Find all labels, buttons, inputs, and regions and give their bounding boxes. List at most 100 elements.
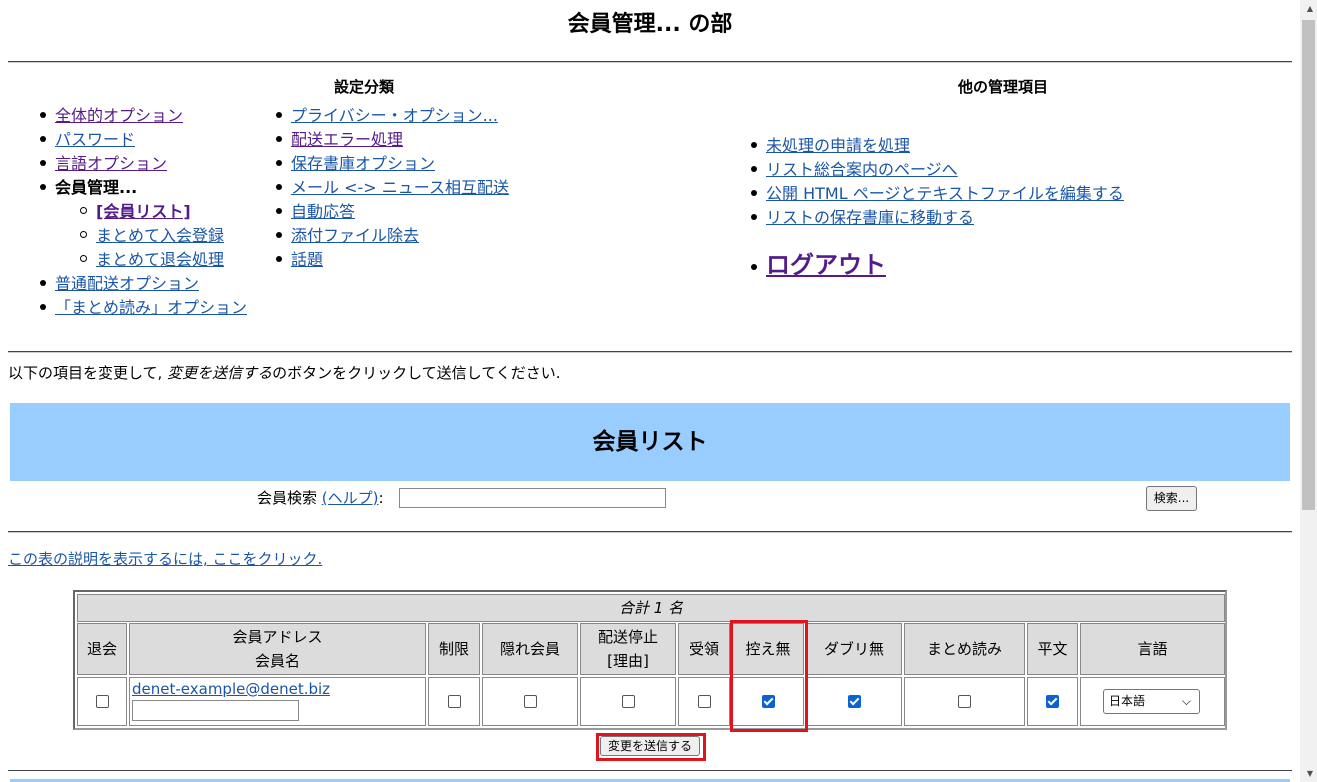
menu-item-current: 会員管理...: [39, 176, 247, 200]
plain-checkbox[interactable]: [1046, 695, 1059, 708]
submenu-item[interactable]: [会員リスト]: [39, 200, 247, 224]
divider: [8, 531, 1292, 533]
digest-checkbox[interactable]: [958, 695, 971, 708]
cell-digest: [904, 677, 1025, 726]
hidden-checkbox[interactable]: [523, 695, 537, 708]
menu-item[interactable]: 添付ファイル除去: [275, 224, 509, 248]
menu-item[interactable]: 普通配送オプション: [39, 272, 247, 296]
settings-menu-col1: 全体的オプション パスワード 言語オプション 会員管理... [会員リスト] ま…: [39, 104, 247, 320]
instruction-emphasis: 変更を送信する: [167, 364, 273, 382]
link-archives[interactable]: リストの保存書庫に移動する: [766, 208, 974, 227]
divider: [8, 61, 1292, 63]
header-nomail-reason: [理由]: [607, 652, 649, 670]
unsub-checkbox[interactable]: [95, 695, 109, 708]
menu-link-privacy[interactable]: プライバシー・オプション...: [291, 106, 498, 125]
highlight-box-submit: [596, 733, 706, 761]
menu-item[interactable]: 保存書庫オプション: [275, 152, 509, 176]
logout-link[interactable]: ログアウト: [766, 251, 886, 279]
divider: [8, 351, 1292, 353]
search-input[interactable]: [399, 488, 666, 508]
header-address: 会員アドレス 会員名: [129, 623, 426, 675]
menu-link-contentfilter[interactable]: 添付ファイル除去: [291, 226, 419, 245]
menu-item[interactable]: 配送エラー処理: [275, 128, 509, 152]
header-moderated: 制限: [428, 623, 480, 675]
search-label: 会員検索: [257, 489, 322, 507]
instruction-text: 以下の項目を変更して, 変更を送信するのボタンをクリックして送信してください.: [8, 362, 561, 383]
chevron-down-icon: ⌵: [1181, 694, 1191, 708]
search-help-link[interactable]: (ヘルプ): [322, 489, 379, 507]
other-item[interactable]: 公開 HTML ページとテキストファイルを編集する: [750, 182, 1124, 206]
menu-item[interactable]: パスワード: [39, 128, 247, 152]
menu-item[interactable]: 自動応答: [275, 200, 509, 224]
header-address-label: 会員アドレス: [232, 628, 323, 646]
menu-link-bounce[interactable]: 配送エラー処理: [291, 130, 403, 149]
moderated-checkbox[interactable]: [447, 695, 461, 708]
header-hidden: 隠れ会員: [482, 623, 578, 675]
submenu-link-mass-unsubscribe[interactable]: まとめて退会処理: [96, 250, 224, 269]
other-item[interactable]: 未処理の申請を処理: [750, 134, 1124, 158]
menu-link-general[interactable]: 全体的オプション: [55, 106, 183, 125]
link-edit-html[interactable]: 公開 HTML ページとテキストファイルを編集する: [766, 184, 1124, 203]
menu-link-digest[interactable]: 「まとめ読み」オプション: [55, 298, 247, 317]
header-unsub: 退会: [77, 623, 127, 675]
nomail-checkbox[interactable]: [621, 695, 635, 708]
highlight-box-column: [730, 620, 808, 732]
instruction-before: 以下の項目を変更して,: [8, 364, 168, 382]
menu-link-password[interactable]: パスワード: [55, 130, 135, 149]
header-nodupes: ダブリ無: [806, 623, 902, 675]
divider: [8, 770, 1292, 771]
scroll-down-arrow-icon[interactable]: ▼: [1307, 769, 1313, 778]
logout-item[interactable]: ログアウト: [750, 248, 1124, 282]
vertical-scrollbar[interactable]: ▲ ▼: [1300, 0, 1317, 782]
submenu-link-member-list[interactable]: [会員リスト]: [96, 202, 191, 221]
nodupes-checkbox[interactable]: [847, 695, 861, 708]
other-heading: 他の管理項目: [958, 78, 1049, 96]
submenu-item[interactable]: まとめて退会処理: [39, 248, 247, 272]
scroll-up-arrow-icon[interactable]: ▲: [1307, 4, 1313, 13]
menu-link-archive[interactable]: 保存書庫オプション: [291, 154, 435, 173]
member-name-input[interactable]: [132, 700, 299, 721]
table-help-link[interactable]: この表の説明を表示するには, ここをクリック.: [8, 548, 322, 569]
submenu-link-mass-subscribe[interactable]: まとめて入会登録: [96, 226, 224, 245]
link-listinfo[interactable]: リスト総合案内のページへ: [766, 160, 958, 179]
header-ack: 受領: [678, 623, 730, 675]
menu-item[interactable]: メール <-> ニュース相互配送: [275, 176, 509, 200]
member-email-link[interactable]: denet-example@denet.biz: [132, 678, 425, 700]
menu-link-gateway[interactable]: メール <-> ニュース相互配送: [291, 178, 509, 197]
menu-item[interactable]: プライバシー・オプション...: [275, 104, 509, 128]
menu-link-topics[interactable]: 話題: [291, 250, 323, 269]
other-menu: 未処理の申請を処理 リスト総合案内のページへ 公開 HTML ページとテキストフ…: [750, 134, 1124, 282]
cell-hidden: [482, 677, 578, 726]
menu-item[interactable]: 話題: [275, 248, 509, 272]
other-item[interactable]: リスト総合案内のページへ: [750, 158, 1124, 182]
header-digest: まとめ読み: [904, 623, 1025, 675]
language-select[interactable]: 日本語 ⌵: [1103, 689, 1200, 714]
menu-link-language[interactable]: 言語オプション: [55, 154, 167, 173]
settings-menu-col2: プライバシー・オプション... 配送エラー処理 保存書庫オプション メール <-…: [275, 104, 509, 272]
menu-item[interactable]: 言語オプション: [39, 152, 247, 176]
other-item[interactable]: リストの保存書庫に移動する: [750, 206, 1124, 230]
header-nomail: 配送停止 [理由]: [580, 623, 676, 675]
cell-nodupes: [806, 677, 902, 726]
table-total: 合計 1 名: [77, 594, 1225, 622]
menu-current-members: 会員管理...: [55, 178, 138, 197]
cell-nomail: [580, 677, 676, 726]
search-button[interactable]: 検索...: [1146, 486, 1197, 511]
menu-link-nondigest[interactable]: 普通配送オプション: [55, 274, 199, 293]
menu-item[interactable]: 全体的オプション: [39, 104, 247, 128]
header-language: 言語: [1080, 623, 1225, 675]
settings-heading: 設定分類: [334, 78, 395, 96]
cell-moderated: [428, 677, 480, 726]
scroll-thumb[interactable]: [1302, 20, 1315, 510]
submenu-item[interactable]: まとめて入会登録: [39, 224, 247, 248]
menu-link-autoreply[interactable]: 自動応答: [291, 202, 355, 221]
menu-item[interactable]: 「まとめ読み」オプション: [39, 296, 247, 320]
header-nomail-label: 配送停止: [597, 628, 658, 646]
ack-checkbox[interactable]: [697, 695, 711, 708]
header-name-label: 会員名: [254, 652, 300, 670]
page-title: 会員管理... の部: [567, 12, 733, 37]
cell-ack: [678, 677, 730, 726]
link-pending-requests[interactable]: 未処理の申請を処理: [766, 136, 910, 155]
cell-plain: [1027, 677, 1078, 726]
section-banner: 会員リスト: [10, 403, 1290, 481]
